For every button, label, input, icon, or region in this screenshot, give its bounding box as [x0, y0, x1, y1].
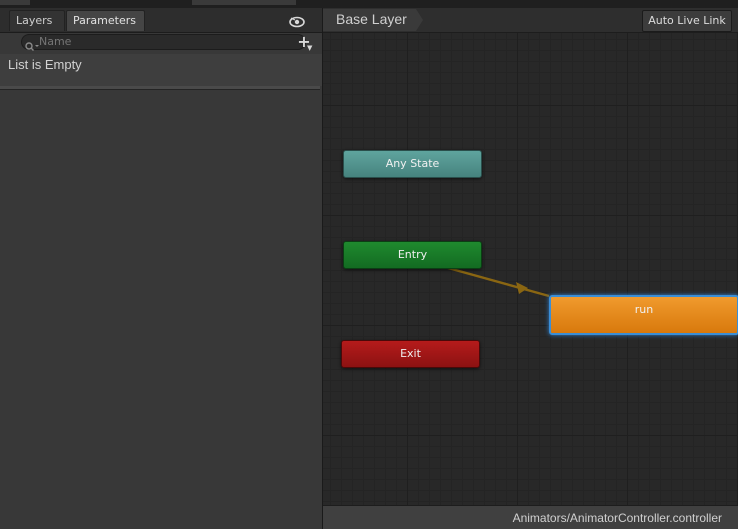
window-tab-stub [0, 0, 30, 5]
transition-arrowhead [516, 282, 528, 294]
controller-path: Animators/AnimatorController.controller [512, 511, 722, 525]
add-parameter-button[interactable]: + ▼ [296, 34, 313, 52]
transition-arrow[interactable] [440, 264, 550, 298]
parameter-list: List is Empty [0, 54, 322, 86]
search-icon[interactable] [25, 37, 39, 51]
window-tab-stub [192, 0, 296, 5]
graph-header: Base Layer Auto Live Link [323, 8, 738, 33]
empty-list-message: List is Empty [8, 57, 82, 72]
run-state-node[interactable]: run [549, 295, 738, 335]
tab-parameters[interactable]: Parameters [66, 10, 145, 31]
any-state-node[interactable]: Any State [343, 150, 482, 178]
auto-live-link-button[interactable]: Auto Live Link [642, 10, 732, 32]
eye-icon[interactable] [289, 13, 305, 28]
search-input[interactable] [21, 34, 306, 50]
chevron-down-icon: ▼ [307, 44, 313, 52]
breadcrumb[interactable]: Base Layer [323, 8, 433, 32]
animator-graph[interactable]: Base Layer Auto Live Link Any State Entr… [323, 8, 738, 529]
list-divider [0, 86, 320, 90]
parameter-search-row: + ▼ [0, 33, 322, 53]
entry-node[interactable]: Entry [343, 241, 482, 269]
exit-node[interactable]: Exit [341, 340, 480, 368]
panel-tabs-bar: Layers Parameters [0, 8, 322, 33]
breadcrumb-label: Base Layer [336, 11, 407, 27]
tab-layers[interactable]: Layers [9, 10, 65, 31]
parameters-panel: Layers Parameters + ▼ List is Empty [0, 8, 323, 529]
status-bar: Animators/AnimatorController.controller [323, 505, 738, 529]
